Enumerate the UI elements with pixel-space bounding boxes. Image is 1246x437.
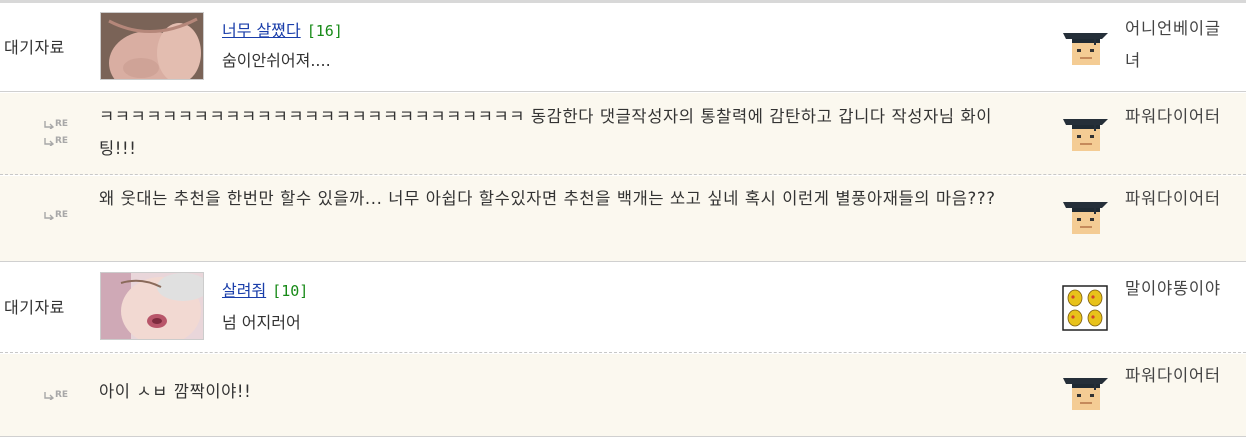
graduate-avatar-icon[interactable] — [1062, 194, 1108, 240]
reply-indicator: RE — [44, 210, 68, 220]
re-label: RE — [55, 119, 69, 129]
post-list: 대기자료 너무 살쪘다 [16] 숨이안쉬어져.... 어니언베이글녀 RE R… — [0, 0, 1246, 437]
graduate-avatar-icon[interactable] — [1062, 25, 1108, 71]
reply-row: RE RE ㅋㅋㅋㅋㅋㅋㅋㅋㅋㅋㅋㅋㅋㅋㅋㅋㅋㅋㅋㅋㅋㅋㅋㅋㅋㅋㅋ 동감한다 댓… — [0, 93, 1246, 175]
post-row: 대기자료 너무 살쪘다 [16] 숨이안쉬어져.... 어니언베이글녀 — [0, 3, 1246, 92]
category-label: 대기자료 — [4, 38, 65, 57]
author-name[interactable]: 어니언베이글녀 — [1125, 13, 1235, 77]
reply-arrow-icon: RE — [44, 136, 68, 146]
graduate-avatar-icon[interactable] — [1062, 370, 1108, 416]
graduate-avatar-icon[interactable] — [1062, 111, 1108, 157]
reply-indicator: RE — [44, 390, 68, 400]
reply-row: RE 아이 ㅅㅂ 깜짝이야!! 파워다이어터 — [0, 354, 1246, 437]
post-title-link[interactable]: 너무 살쪘다 — [222, 21, 301, 40]
author-name[interactable]: 말이야똥이야 — [1125, 273, 1235, 305]
reply-arrow-icon: RE — [44, 210, 68, 220]
author-name[interactable]: 파워다이어터 — [1125, 183, 1235, 215]
reply-indicator: RE RE — [44, 119, 68, 146]
author-name[interactable]: 파워다이어터 — [1125, 360, 1235, 392]
re-label: RE — [55, 390, 69, 400]
reply-text: 아이 ㅅㅂ 깜짝이야!! — [99, 382, 252, 401]
reply-text: 왜 웃대는 추천을 한번만 할수 있을까... 너무 아쉽다 할수있자면 추천을… — [99, 189, 996, 208]
post-thumbnail[interactable] — [100, 12, 204, 80]
post-title-line: 너무 살쪘다 [16] — [222, 17, 343, 41]
reply-text: ㅋㅋㅋㅋㅋㅋㅋㅋㅋㅋㅋㅋㅋㅋㅋㅋㅋㅋㅋㅋㅋㅋㅋㅋㅋㅋㅋ 동감한다 댓글작성자의 … — [99, 107, 993, 158]
post-preview: 숨이안쉬어져.... — [222, 51, 331, 70]
comment-count[interactable]: [10] — [272, 282, 308, 300]
post-preview: 넘 어지러어 — [222, 313, 301, 332]
reply-arrow-icon: RE — [44, 119, 68, 129]
post-title-line: 살려줘 [10] — [222, 277, 308, 301]
chicks-avatar-icon[interactable] — [1062, 285, 1108, 331]
comment-count[interactable]: [16] — [307, 22, 343, 40]
reply-arrow-icon: RE — [44, 390, 68, 400]
post-thumbnail[interactable] — [100, 272, 204, 340]
post-title-link[interactable]: 살려줘 — [222, 281, 266, 300]
category-label: 대기자료 — [4, 298, 65, 317]
author-name[interactable]: 파워다이어터 — [1125, 101, 1235, 133]
re-label: RE — [55, 136, 69, 146]
re-label: RE — [55, 210, 69, 220]
reply-row: RE 왜 웃대는 추천을 한번만 할수 있을까... 너무 아쉽다 할수있자면 … — [0, 176, 1246, 262]
post-row: 대기자료 살려줘 [10] 넘 어지러어 말이야똥이야 — [0, 263, 1246, 353]
